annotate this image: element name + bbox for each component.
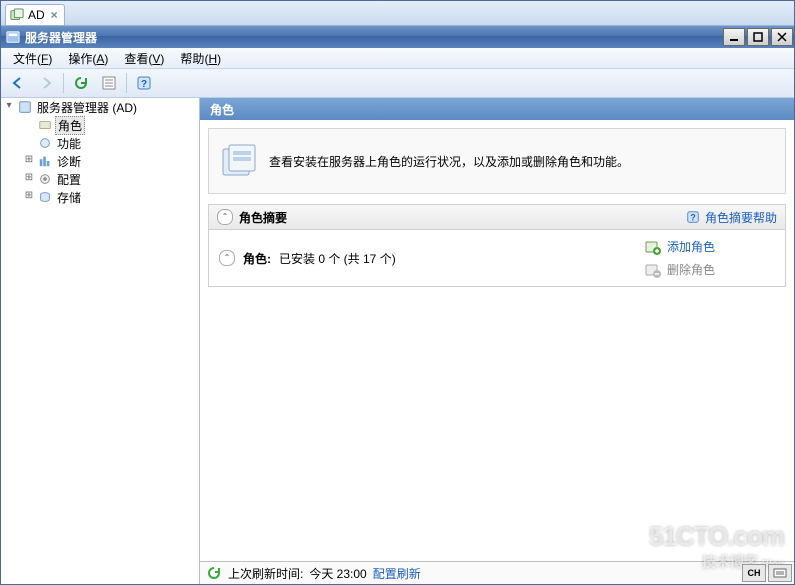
roles-count-value: 已安装 0 个 (共 17 个) (279, 250, 396, 267)
ime-keyboard-icon[interactable] (768, 564, 792, 582)
refresh-status-icon (206, 565, 222, 581)
remove-role-link[interactable]: 删除角色 (645, 261, 715, 278)
tree-item-storage[interactable]: ⊞ 存储 (21, 188, 199, 206)
add-role-icon (645, 239, 661, 255)
tree-configuration-label: 配置 (55, 171, 83, 188)
toolbar-separator (126, 73, 127, 93)
tree-item-configuration[interactable]: ⊞ 配置 (21, 170, 199, 188)
status-prefix: 上次刷新时间: (228, 565, 303, 582)
add-role-link[interactable]: 添加角色 (645, 238, 715, 255)
toolbar: ? (1, 69, 794, 98)
minimize-button[interactable] (723, 28, 745, 46)
menu-help[interactable]: 帮助(H) (172, 50, 229, 67)
collapse-toggle-inner[interactable]: ⌃ (219, 250, 235, 266)
intro-panel: 查看安装在服务器上角色的运行状况，以及添加或删除角色和功能。 (208, 128, 786, 194)
features-icon (37, 135, 53, 151)
expand-icon[interactable]: ⊞ (23, 191, 35, 203)
properties-button[interactable] (96, 71, 122, 95)
remove-role-label: 删除角色 (667, 261, 715, 278)
window-title: 服务器管理器 (25, 29, 97, 46)
ime-lang[interactable]: CH (742, 564, 766, 582)
tree-root[interactable]: ▾ 服务器管理器 (AD) (1, 98, 199, 116)
roles-summary-panel: ⌃ 角色摘要 ? 角色摘要帮助 ⌃ 角色: (208, 204, 786, 287)
tree-item-features[interactable]: 功能 (21, 134, 199, 152)
tree-diagnostics-label: 诊断 (55, 153, 83, 170)
tab-label: AD (28, 8, 45, 22)
status-bar: 上次刷新时间: 今天 23:00 配置刷新 (200, 561, 794, 584)
tree-roles-label: 角色 (55, 116, 85, 135)
svg-text:?: ? (141, 79, 147, 90)
maximize-button[interactable] (747, 28, 769, 46)
svg-text:?: ? (690, 213, 695, 223)
collapse-toggle[interactable]: ⌃ (217, 209, 233, 225)
configure-refresh-link[interactable]: 配置刷新 (373, 565, 421, 582)
menu-file[interactable]: 文件(F) (5, 50, 60, 67)
status-time: 今天 23:00 (309, 565, 366, 582)
tree-storage-label: 存储 (55, 189, 83, 206)
tab-strip: AD × (1, 1, 794, 26)
tab-close-icon[interactable]: × (49, 8, 60, 22)
add-role-label: 添加角色 (667, 238, 715, 255)
menu-bar: 文件(F) 操作(A) 查看(V) 帮助(H) (1, 48, 794, 69)
roles-icon (37, 117, 53, 133)
intro-text: 查看安装在服务器上角色的运行状况，以及添加或删除角色和功能。 (269, 153, 629, 170)
roles-large-icon (219, 141, 259, 181)
refresh-button[interactable] (68, 71, 94, 95)
roles-count-label: 角色: (243, 250, 271, 267)
nav-back-button[interactable] (5, 71, 31, 95)
tree-root-label: 服务器管理器 (AD) (35, 99, 139, 116)
nav-forward-button[interactable] (33, 71, 59, 95)
title-bar: 服务器管理器 (1, 26, 794, 48)
storage-icon (37, 189, 53, 205)
server-manager-icon (10, 8, 24, 22)
content-title: 角色 (210, 101, 234, 118)
navigation-tree[interactable]: ▾ 服务器管理器 (AD) 角色 (1, 98, 200, 584)
toolbar-separator (63, 73, 64, 93)
diagnostics-icon (37, 153, 53, 169)
panel-title: 角色摘要 (239, 209, 287, 226)
menu-action[interactable]: 操作(A) (60, 50, 116, 67)
server-manager-icon (17, 99, 33, 115)
tree-item-diagnostics[interactable]: ⊞ 诊断 (21, 152, 199, 170)
content-header: 角色 (200, 98, 794, 120)
app-icon (5, 29, 21, 45)
collapse-icon[interactable]: ▾ (3, 101, 15, 113)
help-button[interactable]: ? (131, 71, 157, 95)
configuration-icon (37, 171, 53, 187)
ime-bar[interactable]: CH (742, 564, 792, 582)
help-icon: ? (685, 209, 701, 225)
expand-placeholder (23, 119, 35, 131)
tab-ad[interactable]: AD × (5, 4, 65, 25)
expand-placeholder (23, 137, 35, 149)
expand-icon[interactable]: ⊞ (23, 155, 35, 167)
tree-features-label: 功能 (55, 135, 83, 152)
tree-item-roles[interactable]: 角色 (21, 116, 199, 134)
panel-help-link[interactable]: 角色摘要帮助 (705, 209, 777, 226)
remove-role-icon (645, 262, 661, 278)
close-button[interactable] (771, 28, 793, 46)
menu-view[interactable]: 查看(V) (116, 50, 172, 67)
expand-icon[interactable]: ⊞ (23, 173, 35, 185)
